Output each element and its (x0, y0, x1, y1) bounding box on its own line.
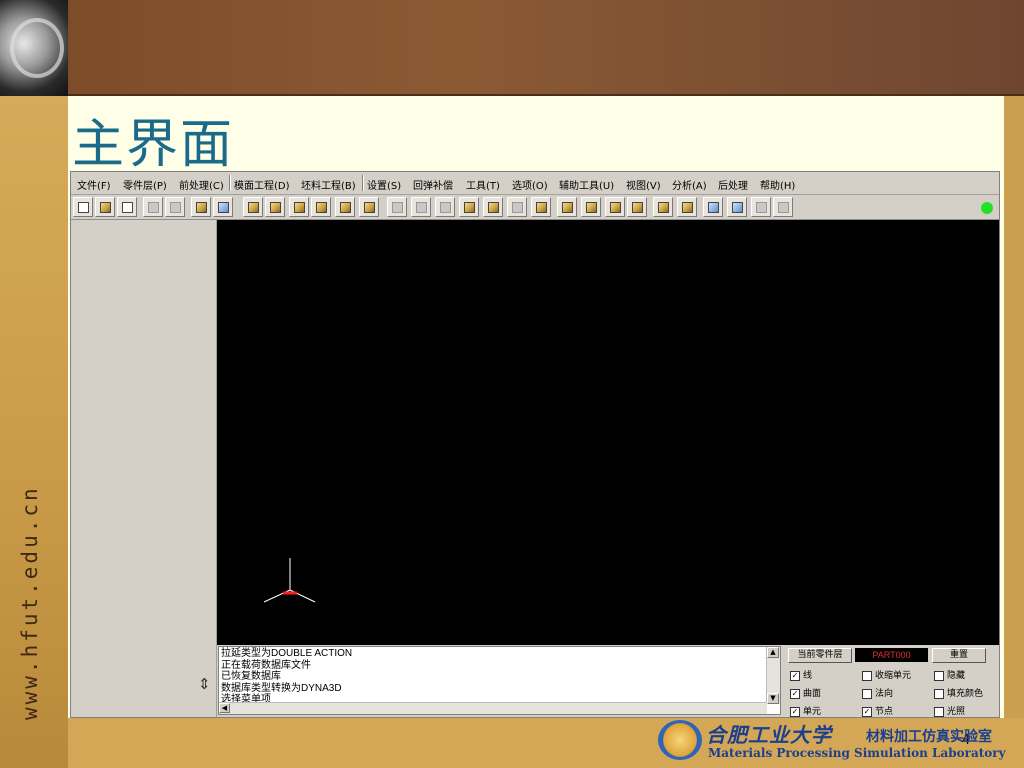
undo-icon[interactable] (751, 197, 771, 217)
copy-icon[interactable] (117, 197, 137, 217)
zoom-window-icon[interactable] (459, 197, 479, 217)
menu-view[interactable]: 视图(V) (626, 177, 661, 192)
menu-file[interactable]: 文件(F) (77, 177, 111, 192)
menu-die-face[interactable]: 模面工程(D) (234, 177, 290, 192)
rotate-icon[interactable] (387, 197, 407, 217)
import-icon[interactable] (191, 197, 211, 217)
app-window: 文件(F) 零件层(P) 前处理(C) 模面工程(D) 坯料工程(B) 设置(S… (70, 171, 1000, 718)
checkbox-element[interactable]: ✓ 单元 (790, 704, 821, 717)
view-cube-5-icon[interactable] (627, 197, 647, 217)
console-line: 数据库类型转换为DYNA3D (221, 682, 342, 694)
current-part-button[interactable]: 当前零件层 (788, 648, 852, 663)
open-folder-icon[interactable] (95, 197, 115, 217)
reset-button[interactable]: 重置 (932, 648, 986, 663)
export-icon[interactable] (213, 197, 233, 217)
menu-preprocess[interactable]: 前处理(C) (179, 177, 224, 192)
redo-icon[interactable] (773, 197, 793, 217)
menubar: 文件(F) 零件层(P) 前处理(C) 模面工程(D) 坯料工程(B) 设置(S… (71, 172, 999, 195)
display-control-panel: 当前零件层 PART000 重置 ✓ 线 收缩单元 隐藏 ✓ 曲面 法向 填充颜色 … (786, 646, 999, 717)
console-line: 拉延类型为DOUBLE ACTION (221, 648, 353, 659)
slide-header-band (0, 0, 1024, 96)
console-horizontal-scrollbar[interactable]: ◀ (219, 702, 767, 714)
cube-bottom-icon[interactable] (359, 197, 379, 217)
university-logo: 合肥工业大学 材料加工仿真实验室 Materials Processing Si… (658, 718, 1006, 764)
menu-utilities[interactable]: 辅助工具(U) (559, 177, 614, 192)
vertical-url-text: www.hfut.edu.cn (18, 485, 42, 720)
menu-springback[interactable]: 回弹补偿 (413, 177, 453, 192)
view-cube-4-icon[interactable] (605, 197, 625, 217)
message-console[interactable]: 拉延类型为DOUBLE ACTION 正在载荷数据库文件 已恢复数据库 数据库类… (218, 646, 781, 715)
checkbox-lighting[interactable]: 光照 (934, 704, 965, 717)
menu-blank[interactable]: 坯料工程(B) (301, 177, 356, 192)
scroll-up-icon[interactable]: ▲ (767, 647, 779, 658)
menu-postprocess[interactable]: 后处理 (718, 177, 748, 192)
cube-top-icon[interactable] (265, 197, 285, 217)
zoom-icon[interactable] (435, 197, 455, 217)
slide-right-strip (1004, 96, 1024, 718)
lab-name: 材料加工仿真实验室 (866, 729, 992, 745)
cube-iso-icon[interactable] (311, 197, 331, 217)
mesh-icon[interactable] (677, 197, 697, 217)
menu-separator (362, 175, 364, 191)
current-part-field[interactable]: PART000 (855, 648, 928, 662)
surface-icon[interactable] (653, 197, 673, 217)
checkbox-fill-color[interactable]: 填充颜色 (934, 686, 983, 699)
pan-icon[interactable] (411, 197, 431, 217)
university-english-name: Materials Processing Simulation Laborato… (708, 746, 1006, 760)
new-file-icon[interactable] (73, 197, 93, 217)
checkbox-line[interactable]: ✓ 线 (790, 668, 812, 681)
university-emblem-icon (658, 720, 702, 760)
checkbox-surface[interactable]: ✓ 曲面 (790, 686, 821, 699)
slide-corner-photo (0, 0, 68, 96)
slide-title: 主界面 (72, 115, 235, 175)
console-vertical-scrollbar[interactable]: ▲ ▼ (766, 647, 780, 704)
save-icon[interactable] (143, 197, 163, 217)
checkbox-normal[interactable]: 法向 (862, 686, 893, 699)
view-cube-1-icon[interactable] (531, 197, 551, 217)
menu-setup[interactable]: 设置(S) (367, 177, 401, 192)
status-led-icon (981, 202, 993, 214)
menu-separator (229, 175, 231, 191)
cube-side-icon[interactable] (289, 197, 309, 217)
console-line: 已恢复数据库 (221, 671, 281, 682)
shade-icon[interactable] (507, 197, 527, 217)
menu-help[interactable]: 帮助(H) (760, 177, 795, 192)
menu-tools[interactable]: 工具(T) (466, 177, 500, 192)
print-icon[interactable] (165, 197, 185, 217)
menu-part-layer[interactable]: 零件层(P) (123, 177, 167, 192)
view-cube-2-icon[interactable] (557, 197, 577, 217)
university-name: 合肥工业大学 (706, 723, 832, 747)
checkbox-node[interactable]: ✓ 节点 (862, 704, 893, 717)
measure-icon[interactable] (727, 197, 747, 217)
graphics-viewport[interactable] (217, 220, 999, 645)
pencil-icon[interactable] (703, 197, 723, 217)
resize-handle-icon[interactable]: ⇕ (198, 675, 211, 693)
checkbox-hide[interactable]: 隐藏 (934, 668, 965, 681)
cube-back-icon[interactable] (335, 197, 355, 217)
menu-analysis[interactable]: 分析(A) (672, 177, 707, 192)
axis-triad-icon (263, 558, 316, 603)
fit-icon[interactable] (483, 197, 503, 217)
toolbar (71, 195, 999, 220)
scroll-down-icon[interactable]: ▼ (767, 693, 779, 704)
scroll-left-icon[interactable]: ◀ (219, 703, 230, 713)
console-lines: 拉延类型为DOUBLE ACTION 正在载荷数据库文件 已恢复数据库 数据库类… (221, 648, 352, 706)
menu-options[interactable]: 选项(O) (512, 177, 548, 192)
side-panel[interactable] (71, 220, 217, 717)
checkbox-shrink-element[interactable]: 收缩单元 (862, 668, 911, 681)
view-cube-3-icon[interactable] (581, 197, 601, 217)
cube-front-icon[interactable] (243, 197, 263, 217)
console-line: 正在载荷数据库文件 (221, 659, 311, 671)
